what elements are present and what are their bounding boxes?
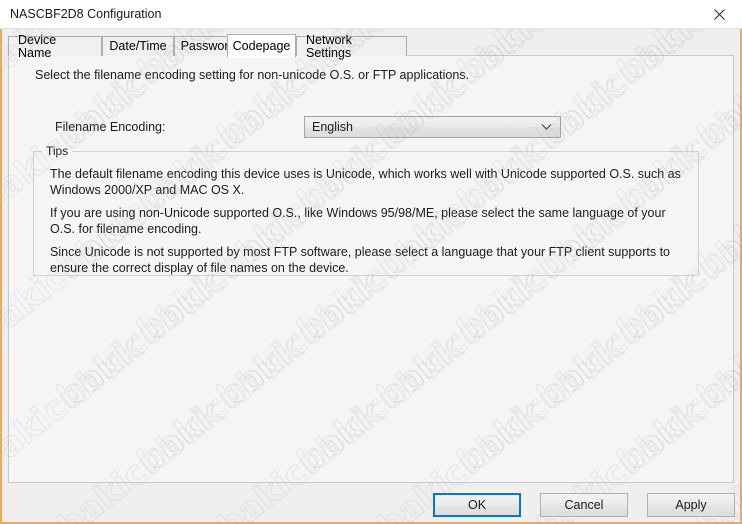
configuration-dialog: NASCBF2D8 Configuration Select the filen… [0, 0, 742, 524]
tip-paragraph: Since Unicode is not supported by most F… [50, 245, 671, 275]
tips-groupbox: Tips The default filename encoding this … [33, 144, 699, 276]
window-title: NASCBF2D8 Configuration [10, 7, 162, 21]
tab-date-time[interactable]: Date/Time [102, 36, 174, 56]
tips-groupbox-legend: Tips [42, 144, 73, 158]
cancel-button[interactable]: Cancel [540, 493, 628, 517]
tab-device-name[interactable]: Device Name [8, 33, 102, 59]
tip-paragraph: If you are using non-Unicode supported O… [50, 206, 666, 236]
tip-paragraph: The default filename encoding this devic… [50, 167, 681, 197]
chevron-down-icon[interactable] [538, 117, 554, 137]
tab-codepage[interactable]: Codepage [227, 34, 296, 58]
filename-encoding-label: Filename Encoding: [55, 120, 166, 134]
tab-panel-codepage: Select the filename encoding setting for… [8, 55, 734, 483]
ok-button[interactable]: OK [433, 493, 521, 517]
title-bar: NASCBF2D8 Configuration [0, 0, 742, 29]
tab-network-settings[interactable]: Network Settings [296, 33, 407, 59]
filename-encoding-select[interactable]: English [304, 116, 561, 138]
apply-button[interactable]: Apply [647, 493, 735, 517]
filename-encoding-value: English [312, 120, 353, 134]
close-icon [713, 8, 725, 20]
instruction-text: Select the filename encoding setting for… [35, 68, 470, 82]
close-button[interactable] [696, 0, 742, 28]
